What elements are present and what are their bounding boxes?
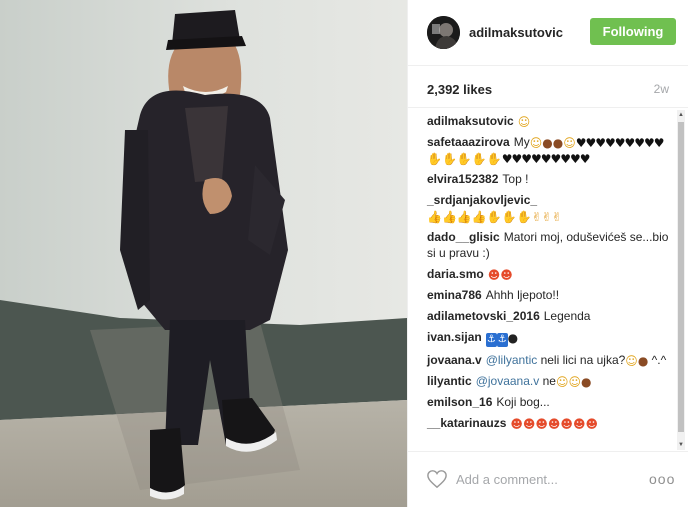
comment-item: __katarinauzs ☻☻☻☻☻☻☻ xyxy=(427,415,669,431)
post-age[interactable]: 2w xyxy=(654,82,669,96)
comment-item: safetaaazirova My☺ ●●☺♥♥♥♥♥♥♥♥♥✋✋✋✋✋♥♥♥♥♥… xyxy=(427,134,669,166)
comment-author[interactable]: lilyantic xyxy=(427,374,472,388)
emoji-icon: ☻☻☻☻☻☻☻ xyxy=(510,417,598,431)
comment-author[interactable]: daria.smo xyxy=(427,267,484,281)
post-header: adilmaksutovic Following xyxy=(408,0,688,66)
comment-text: Legenda xyxy=(543,309,591,323)
comment-author[interactable]: _srdjanjakovljevic_ xyxy=(427,193,537,207)
comment-author[interactable]: dado__glisic xyxy=(427,230,500,244)
scroll-up-arrow-icon[interactable]: ▲ xyxy=(677,110,685,120)
comment-text: neli lici na ujka? xyxy=(540,353,626,367)
instagram-post: adilmaksutovic Following 2,392 likes 2w … xyxy=(0,0,688,507)
comment-author[interactable]: adilametovski_2016 xyxy=(427,309,540,323)
emoji-icon: ● xyxy=(552,136,564,150)
emoji-icon: ☺ xyxy=(517,115,531,129)
emoji-icon: ● xyxy=(507,331,519,345)
more-options-icon[interactable]: ooo xyxy=(649,471,674,487)
post-meta: 2,392 likes 2w xyxy=(408,66,688,108)
comment-author[interactable]: __katarinauzs xyxy=(427,416,506,430)
comments-section[interactable]: adilmaksutovic ☺ safetaaazirova My☺ ●●☺♥♥♥♥… xyxy=(408,108,688,451)
comment-item: adilmaksutovic ☺ xyxy=(427,113,669,129)
comment-mention[interactable]: @jovaana.v xyxy=(476,374,543,388)
emoji-icon: ♥♥♥♥♥♥♥♥♥ xyxy=(575,136,665,150)
comment-item: emilson_16 Koji bog... xyxy=(427,394,669,410)
comment-item: _srdjanjakovljevic_ 👍👍👍👍✋✋✋✌✌✌ xyxy=(427,192,669,224)
emoji-icon: ☻☻ xyxy=(487,268,513,282)
emoji-icon: 👍👍👍👍✋✋✋✌✌✌ xyxy=(427,210,562,224)
scroll-thumb[interactable] xyxy=(678,122,684,432)
comment-mention[interactable]: @lilyantic xyxy=(486,353,541,367)
scroll-down-arrow-icon[interactable]: ▼ xyxy=(677,440,685,450)
emoji-icon: ● xyxy=(637,354,649,368)
comment-item: emina786 Ahhh ljepoto!! xyxy=(427,287,669,303)
emoji-icon: ☺ xyxy=(568,375,581,389)
emoji-icon: ⚓ xyxy=(496,333,508,347)
comment-input[interactable] xyxy=(456,468,626,490)
comment-author[interactable]: adilmaksutovic xyxy=(427,114,514,128)
comment-author[interactable]: emina786 xyxy=(427,288,482,302)
comment-item: adilametovski_2016 Legenda xyxy=(427,308,669,324)
comment-item: dado__glisic Matori moj, oduševićeš se...… xyxy=(427,229,669,261)
comments-scrollbar[interactable]: ▲ ▼ xyxy=(677,110,685,450)
comment-item: lilyantic @jovaana.v ne☺☺● xyxy=(427,373,669,389)
avatar-image xyxy=(427,16,460,49)
comment-text: Ahhh ljepoto!! xyxy=(485,288,560,302)
comment-author[interactable]: elvira152382 xyxy=(427,172,498,186)
comment-text: My xyxy=(513,135,530,149)
comment-author[interactable]: jovaana.v xyxy=(427,353,482,367)
post-photo[interactable] xyxy=(0,0,407,507)
heart-outline-icon[interactable] xyxy=(426,469,448,489)
emoji-icon: ⚓ xyxy=(485,333,497,347)
post-details-panel: adilmaksutovic Following 2,392 likes 2w … xyxy=(407,0,688,507)
comment-item: daria.smo ☻☻ xyxy=(427,266,669,282)
emoji-icon: ● xyxy=(542,136,553,150)
comment-author[interactable]: emilson_16 xyxy=(427,395,492,409)
post-username[interactable]: adilmaksutovic xyxy=(469,25,563,40)
comment-text: Koji bog... xyxy=(496,395,550,409)
comment-author[interactable]: ivan.sijan xyxy=(427,330,482,344)
comment-author[interactable]: safetaaazirova xyxy=(427,135,510,149)
emoji-icon: ✋✋✋✋✋ xyxy=(427,152,502,166)
comment-tail-text: ^.^ xyxy=(648,353,667,367)
emoji-icon: ♥♥♥♥♥♥♥♥♥ xyxy=(501,152,591,166)
emoji-icon: ☺ xyxy=(555,375,569,389)
emoji-icon: ☺ xyxy=(625,354,638,368)
add-comment-bar: ooo xyxy=(408,451,688,507)
emoji-icon: ☺ xyxy=(529,136,543,150)
emoji-icon: ☺ xyxy=(563,136,576,150)
likes-count[interactable]: 2,392 likes xyxy=(427,82,492,97)
comment-text: Top ! xyxy=(502,172,529,186)
emoji-icon: ● xyxy=(580,375,592,389)
comment-list: adilmaksutovic ☺ safetaaazirova My☺ ●●☺♥♥♥♥… xyxy=(427,113,669,436)
comment-text: ne xyxy=(542,374,556,388)
photo-image xyxy=(0,0,407,507)
comment-item: ivan.sijan ⚓ ⚓● xyxy=(427,329,669,347)
following-button[interactable]: Following xyxy=(590,18,676,45)
profile-avatar[interactable] xyxy=(427,16,460,49)
comment-item: jovaana.v @lilyantic neli lici na ujka?☺●… xyxy=(427,352,669,368)
comment-item: elvira152382 Top ! xyxy=(427,171,669,187)
